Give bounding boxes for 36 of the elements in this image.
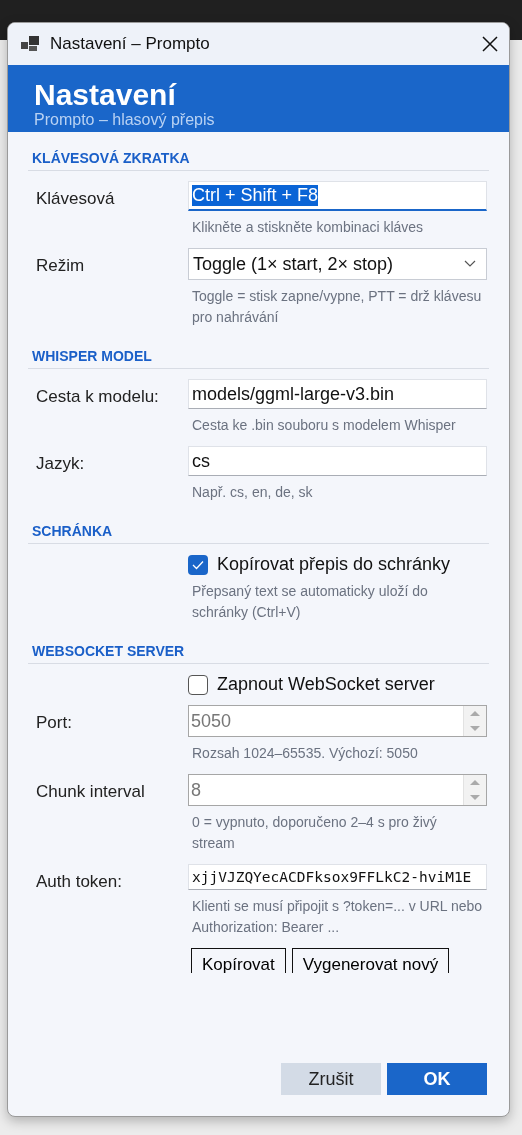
dropdown[interactable]: Toggle (1× start, 2× stop) <box>188 248 487 280</box>
app-icon <box>21 36 39 52</box>
window-title: Nastavení – Prompto <box>50 34 211 54</box>
hint-text: Toggle = stisk zapne/vypne, PTT = drž klávesu pro nahrávání <box>191 287 483 327</box>
cancel-button[interactable]: Zrušit <box>281 1063 381 1095</box>
section-heading: WHISPER MODEL <box>28 348 489 369</box>
close-icon[interactable] <box>481 35 499 53</box>
ok-button[interactable]: OK <box>387 1063 487 1095</box>
section-heading: SCHRÁNKA <box>28 523 489 544</box>
field-label: Port: <box>35 712 73 734</box>
text-field[interactable]: Ctrl + Shift + F8 <box>188 181 487 211</box>
field-label: Auth token: <box>35 871 123 893</box>
hint-text: Klikněte a stiskněte kombinaci kláves <box>191 218 425 237</box>
hint-text: Rozsah 1024–65535. Výchozí: 5050 <box>191 744 419 763</box>
field-label: Režim <box>35 255 86 277</box>
action-button[interactable]: Kopírovat <box>191 948 286 973</box>
token-field[interactable]: xjjVJZQYecACDFksox9FFLkC2-hviM1E <box>188 864 487 890</box>
section-heading: KLÁVESOVÁ ZKRATKA <box>28 150 489 171</box>
hint-text: Cesta ke .bin souboru s modelem Whisper <box>191 416 457 435</box>
hint-text: Např. cs, en, de, sk <box>191 483 314 502</box>
field-label: Jazyk: <box>35 453 86 475</box>
hint-text: Klienti se musí připojit s ?token=... v URL nebo Authorization: Bearer ... <box>191 897 484 937</box>
hint-text: Přepsaný text se automaticky uloží do schránky (Ctrl+V) <box>191 582 429 622</box>
checkbox[interactable]: Zapnout WebSocket server <box>188 674 487 695</box>
checkbox[interactable]: Kopírovat přepis do schránky <box>188 554 487 575</box>
section-heading: WEBSOCKET SERVER <box>28 643 489 664</box>
field-label: Chunk interval <box>35 781 146 803</box>
chevron-down-icon <box>464 260 476 268</box>
text-field[interactable]: models/ggml-large-v3.bin <box>188 379 487 409</box>
header-title: Nastavení <box>34 79 176 111</box>
field-label: Cesta k modelu: <box>35 386 160 408</box>
header-subtitle: Prompto – hlasový přepis <box>34 111 215 129</box>
action-button[interactable]: Vygenerovat nový <box>291 948 450 973</box>
field-label: Klávesová <box>35 188 116 210</box>
hint-text: 0 = vypnuto, doporučeno 2–4 s pro živý stream <box>191 813 438 853</box>
text-field[interactable]: cs <box>188 446 487 476</box>
